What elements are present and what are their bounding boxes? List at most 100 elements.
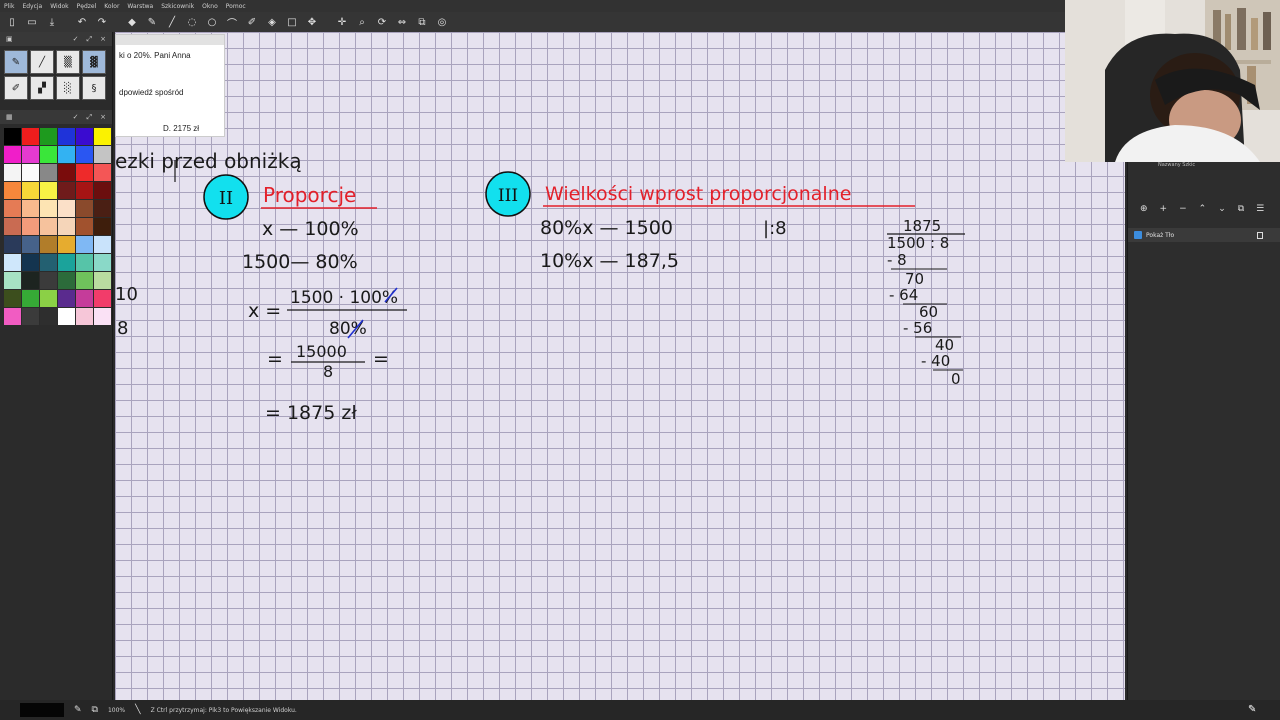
brush-preset[interactable]: ▒	[56, 50, 80, 74]
brush-preset[interactable]: ✐	[4, 76, 28, 100]
menu-view[interactable]: Widok	[50, 3, 68, 10]
menu-help[interactable]: Pomoc	[226, 3, 246, 10]
color-swatch[interactable]	[94, 182, 111, 199]
color-swatch[interactable]	[22, 236, 39, 253]
color-swatch[interactable]	[76, 200, 93, 217]
eraser-icon[interactable]: ◆	[124, 14, 140, 30]
redo-icon[interactable]: ↷	[94, 14, 110, 30]
color-swatch[interactable]	[58, 308, 75, 325]
color-swatch[interactable]	[4, 308, 21, 325]
color-swatch[interactable]	[22, 290, 39, 307]
color-swatch[interactable]	[22, 308, 39, 325]
color-swatch[interactable]	[22, 146, 39, 163]
color-swatch[interactable]	[94, 146, 111, 163]
pin-icon[interactable]: ✓	[73, 35, 79, 44]
lasso-icon[interactable]: ◌	[184, 14, 200, 30]
color-swatch[interactable]	[76, 128, 93, 145]
color-swatch[interactable]	[40, 218, 57, 235]
color-swatch[interactable]	[4, 182, 21, 199]
line-icon[interactable]: ╱	[164, 14, 180, 30]
color-swatch[interactable]	[76, 290, 93, 307]
color-swatch[interactable]	[4, 164, 21, 181]
fill-icon[interactable]: ◈	[264, 14, 280, 30]
menu-window[interactable]: Okno	[202, 3, 218, 10]
color-swatch[interactable]	[22, 254, 39, 271]
color-swatch[interactable]	[4, 272, 21, 289]
brush-preset[interactable]: ▞	[30, 76, 54, 100]
color-swatch[interactable]	[22, 272, 39, 289]
open-file-icon[interactable]: ▭	[24, 14, 40, 30]
color-swatch[interactable]	[22, 128, 39, 145]
color-swatch[interactable]	[4, 128, 21, 145]
reset-icon[interactable]: ◎	[434, 14, 450, 30]
color-swatch[interactable]	[76, 236, 93, 253]
color-swatch[interactable]	[4, 290, 21, 307]
color-swatch[interactable]	[58, 218, 75, 235]
color-swatch[interactable]	[40, 272, 57, 289]
color-swatch[interactable]	[76, 146, 93, 163]
color-swatch[interactable]	[40, 290, 57, 307]
color-swatch[interactable]	[94, 218, 111, 235]
new-file-icon[interactable]: ▯	[4, 14, 20, 30]
menu-brush[interactable]: Pędzel	[77, 3, 97, 10]
color-swatch[interactable]	[58, 128, 75, 145]
color-swatch[interactable]	[58, 200, 75, 217]
save-icon[interactable]: ⤓	[44, 14, 60, 30]
color-swatch[interactable]	[40, 146, 57, 163]
ellipse-icon[interactable]: ○	[204, 14, 220, 30]
fit-icon[interactable]: ⧉	[414, 14, 430, 30]
duplicate-icon[interactable]: ⧉	[1238, 204, 1244, 218]
brush-preset[interactable]: ╱	[30, 50, 54, 74]
brush-preset[interactable]: ▓	[82, 50, 106, 74]
color-swatch[interactable]	[94, 128, 111, 145]
menu-color[interactable]: Kolor	[104, 3, 119, 10]
color-swatch[interactable]	[58, 290, 75, 307]
lock-icon[interactable]	[1257, 231, 1263, 239]
transform-icon[interactable]: ✥	[304, 14, 320, 30]
menu-edit[interactable]: Edycja	[22, 3, 42, 10]
color-swatch[interactable]	[58, 254, 75, 271]
color-swatch[interactable]	[4, 146, 21, 163]
close-icon[interactable]: ×	[100, 35, 106, 44]
add-layer-icon[interactable]: ⊕	[1140, 204, 1148, 218]
crop-icon[interactable]: □	[284, 14, 300, 30]
color-swatch[interactable]	[58, 182, 75, 199]
color-swatch[interactable]	[76, 182, 93, 199]
layer-row[interactable]: Pokaż Tło	[1128, 228, 1280, 242]
color-swatch[interactable]	[76, 308, 93, 325]
new-layer-icon[interactable]: +	[1160, 204, 1168, 218]
brush-preset[interactable]: ✎	[4, 50, 28, 74]
color-swatch[interactable]	[4, 254, 21, 271]
close-icon[interactable]: ×	[100, 113, 106, 122]
color-swatch[interactable]	[40, 128, 57, 145]
color-swatch[interactable]	[22, 164, 39, 181]
color-swatch[interactable]	[4, 218, 21, 235]
curve-icon[interactable]: ⌒	[224, 14, 240, 30]
visibility-checkbox[interactable]	[1134, 231, 1142, 239]
move-icon[interactable]: ✛	[334, 14, 350, 30]
color-swatch[interactable]	[58, 272, 75, 289]
settings-icon[interactable]: ☰	[1256, 204, 1264, 218]
color-swatch[interactable]	[76, 164, 93, 181]
move-down-icon[interactable]: ⌄	[1218, 204, 1226, 218]
color-swatch[interactable]	[40, 200, 57, 217]
color-swatch[interactable]	[94, 236, 111, 253]
drawing-canvas[interactable]: ezki przed obniżką 10 8 II Proporcje x —…	[115, 32, 1125, 700]
color-swatch[interactable]	[76, 218, 93, 235]
color-swatch[interactable]	[40, 164, 57, 181]
color-swatch[interactable]	[94, 254, 111, 271]
menu-file[interactable]: Plik	[4, 3, 14, 10]
float-icon[interactable]: ⤢	[87, 35, 93, 44]
color-swatch[interactable]	[22, 182, 39, 199]
menu-sketchbook[interactable]: Szkicownik	[161, 3, 194, 10]
mirror-icon[interactable]: ⇔	[394, 14, 410, 30]
brush-preset[interactable]: ░	[56, 76, 80, 100]
color-swatch[interactable]	[94, 272, 111, 289]
color-swatch[interactable]	[58, 164, 75, 181]
color-swatch[interactable]	[40, 254, 57, 271]
color-swatch[interactable]	[4, 200, 21, 217]
color-swatch[interactable]	[58, 236, 75, 253]
rotate-icon[interactable]: ⟳	[374, 14, 390, 30]
color-swatch[interactable]	[94, 308, 111, 325]
zoom-icon[interactable]: ⌕	[354, 14, 370, 30]
